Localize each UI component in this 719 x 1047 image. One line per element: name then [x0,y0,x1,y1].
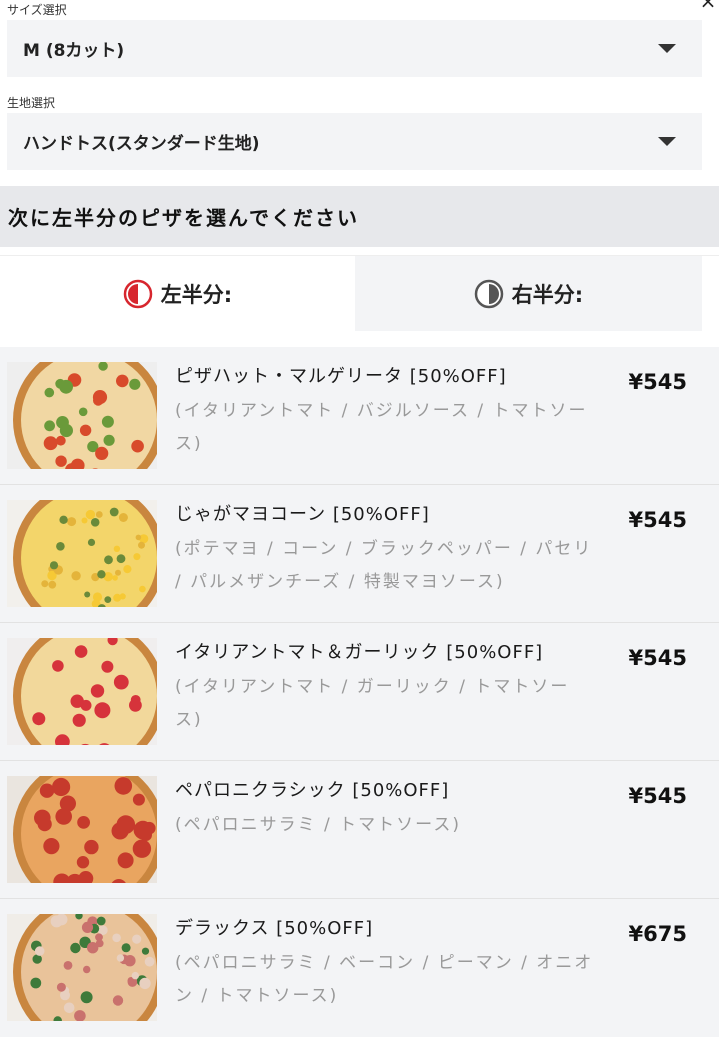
right-half-icon [474,279,504,308]
left-half-icon [123,279,153,308]
crust-select[interactable]: ハンドトス(スタンダード生地) [7,113,702,170]
size-value: M (8カット) [23,41,125,61]
pizza-item[interactable]: ペパロニクラシック [50%OFF] (ペパロニサラミ / トマトソース) ¥5… [0,761,719,899]
pizza-illustration [7,776,157,883]
pizza-description: (イタリアントマト / バジルソース / トマトソース) [175,401,588,454]
pizza-item[interactable]: ピザハット・マルゲリータ [50%OFF] (イタリアントマト / バジルソース… [0,347,719,485]
pizza-illustration [7,362,157,469]
tab-left-half[interactable]: 左半分: [0,256,355,331]
pizza-description: (ペパロニサラミ / トマトソース) [175,815,461,835]
pizza-name: ピザハット・マルゲリータ [50%OFF] [175,366,507,387]
pizza-name: デラックス [50%OFF] [175,918,374,939]
pizza-item[interactable]: じゃがマヨコーン [50%OFF] (ポテマヨ / コーン / ブラックペッパー… [0,485,719,623]
half-tabs: 左半分: 右半分: [0,255,719,331]
pizza-image [7,638,157,745]
size-label: サイズ選択 [7,3,67,17]
pizza-price: ¥545 [628,508,687,532]
tab-right-half[interactable]: 右半分: [355,256,702,331]
pizza-illustration [7,638,157,745]
tab-right-label: 右半分: [511,282,584,307]
pizza-image [7,776,157,883]
pizza-illustration [7,914,157,1021]
pizza-list: ピザハット・マルゲリータ [50%OFF] (イタリアントマト / バジルソース… [0,347,719,1037]
pizza-description: (イタリアントマト / ガーリック / トマトソース) [175,677,570,730]
pizza-description: (ペパロニサラミ / ベーコン / ピーマン / オニオン / トマトソース) [175,953,594,1006]
pizza-description: (ポテマヨ / コーン / ブラックペッパー / パセリ / パルメザンチーズ … [175,539,593,592]
tab-left-label: 左半分: [160,282,233,307]
pizza-price: ¥545 [628,370,687,394]
pizza-illustration [7,500,157,607]
pizza-image [7,362,157,469]
pizza-name: ペパロニクラシック [50%OFF] [175,780,450,801]
size-selector: サイズ選択 M (8カット) [0,0,719,77]
size-select[interactable]: M (8カット) [7,20,702,77]
chevron-down-icon [658,44,676,53]
pizza-price: ¥545 [628,784,687,808]
pizza-price: ¥545 [628,646,687,670]
pizza-price: ¥675 [628,922,687,946]
pizza-name: じゃがマヨコーン [50%OFF] [175,504,430,525]
close-icon[interactable]: × [699,0,717,11]
pizza-item[interactable]: イタリアントマト＆ガーリック [50%OFF] (イタリアントマト / ガーリッ… [0,623,719,761]
crust-selector: 生地選択 ハンドトス(スタンダード生地) [0,93,719,170]
section-heading: 次に左半分のピザを選んでください [0,186,719,247]
crust-value: ハンドトス(スタンダード生地) [23,134,260,154]
pizza-name: イタリアントマト＆ガーリック [50%OFF] [175,642,544,663]
pizza-image [7,500,157,607]
chevron-down-icon [658,137,676,146]
crust-label: 生地選択 [7,96,56,110]
pizza-item[interactable]: デラックス [50%OFF] (ペパロニサラミ / ベーコン / ピーマン / … [0,899,719,1037]
pizza-image [7,914,157,1021]
